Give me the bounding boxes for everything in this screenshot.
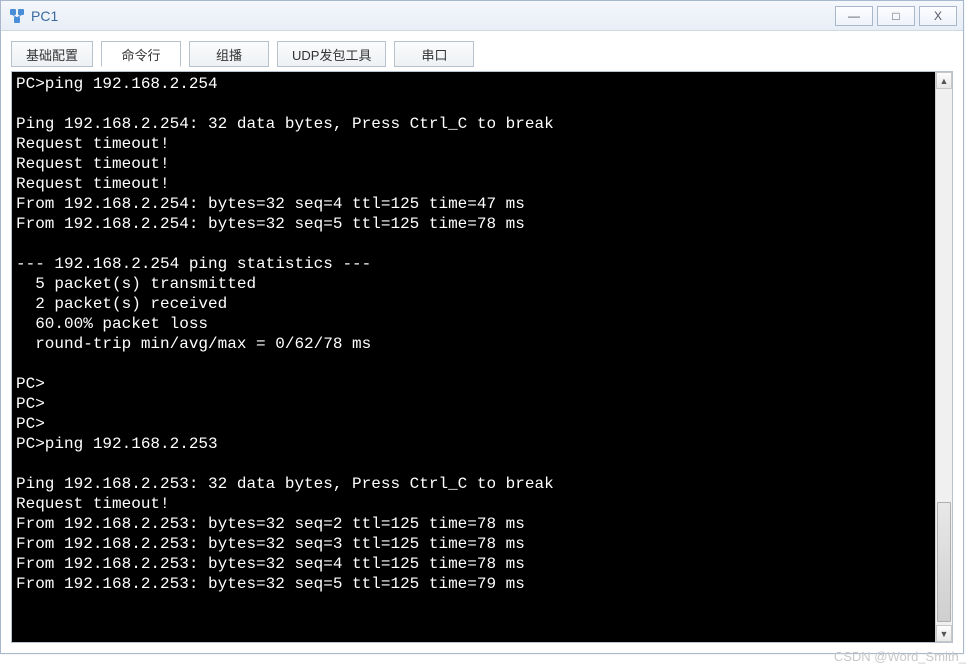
tab-serial[interactable]: 串口 bbox=[394, 41, 474, 67]
tab-basic-config[interactable]: 基础配置 bbox=[11, 41, 93, 67]
minimize-button[interactable]: — bbox=[835, 6, 873, 26]
app-icon bbox=[9, 8, 25, 24]
scrollbar-thumb[interactable] bbox=[937, 502, 951, 622]
watermark: CSDN @Word_Smith_ bbox=[834, 649, 966, 664]
scrollbar[interactable]: ▲ ▼ bbox=[935, 72, 952, 642]
window-controls: — □ X bbox=[831, 6, 957, 26]
close-button[interactable]: X bbox=[919, 6, 957, 26]
tab-udp-tool[interactable]: UDP发包工具 bbox=[277, 41, 386, 67]
maximize-icon: □ bbox=[892, 9, 899, 23]
window-title: PC1 bbox=[31, 8, 831, 24]
scroll-up-button[interactable]: ▲ bbox=[936, 72, 952, 89]
scroll-down-button[interactable]: ▼ bbox=[936, 625, 952, 642]
terminal-output[interactable]: PC>ping 192.168.2.254 Ping 192.168.2.254… bbox=[12, 72, 935, 642]
terminal-container: PC>ping 192.168.2.254 Ping 192.168.2.254… bbox=[11, 71, 953, 643]
content-area: 基础配置 命令行 组播 UDP发包工具 串口 PC>ping 192.168.2… bbox=[1, 31, 963, 653]
titlebar: PC1 — □ X bbox=[1, 1, 963, 31]
chevron-down-icon: ▼ bbox=[940, 629, 949, 639]
app-window: PC1 — □ X 基础配置 命令行 组播 UDP发包工具 串口 PC>ping… bbox=[0, 0, 964, 654]
tab-command-line[interactable]: 命令行 bbox=[101, 41, 181, 67]
close-icon: X bbox=[934, 9, 942, 23]
maximize-button[interactable]: □ bbox=[877, 6, 915, 26]
tab-multicast[interactable]: 组播 bbox=[189, 41, 269, 67]
tab-bar: 基础配置 命令行 组播 UDP发包工具 串口 bbox=[11, 41, 953, 67]
minimize-icon: — bbox=[848, 9, 860, 23]
chevron-up-icon: ▲ bbox=[940, 76, 949, 86]
